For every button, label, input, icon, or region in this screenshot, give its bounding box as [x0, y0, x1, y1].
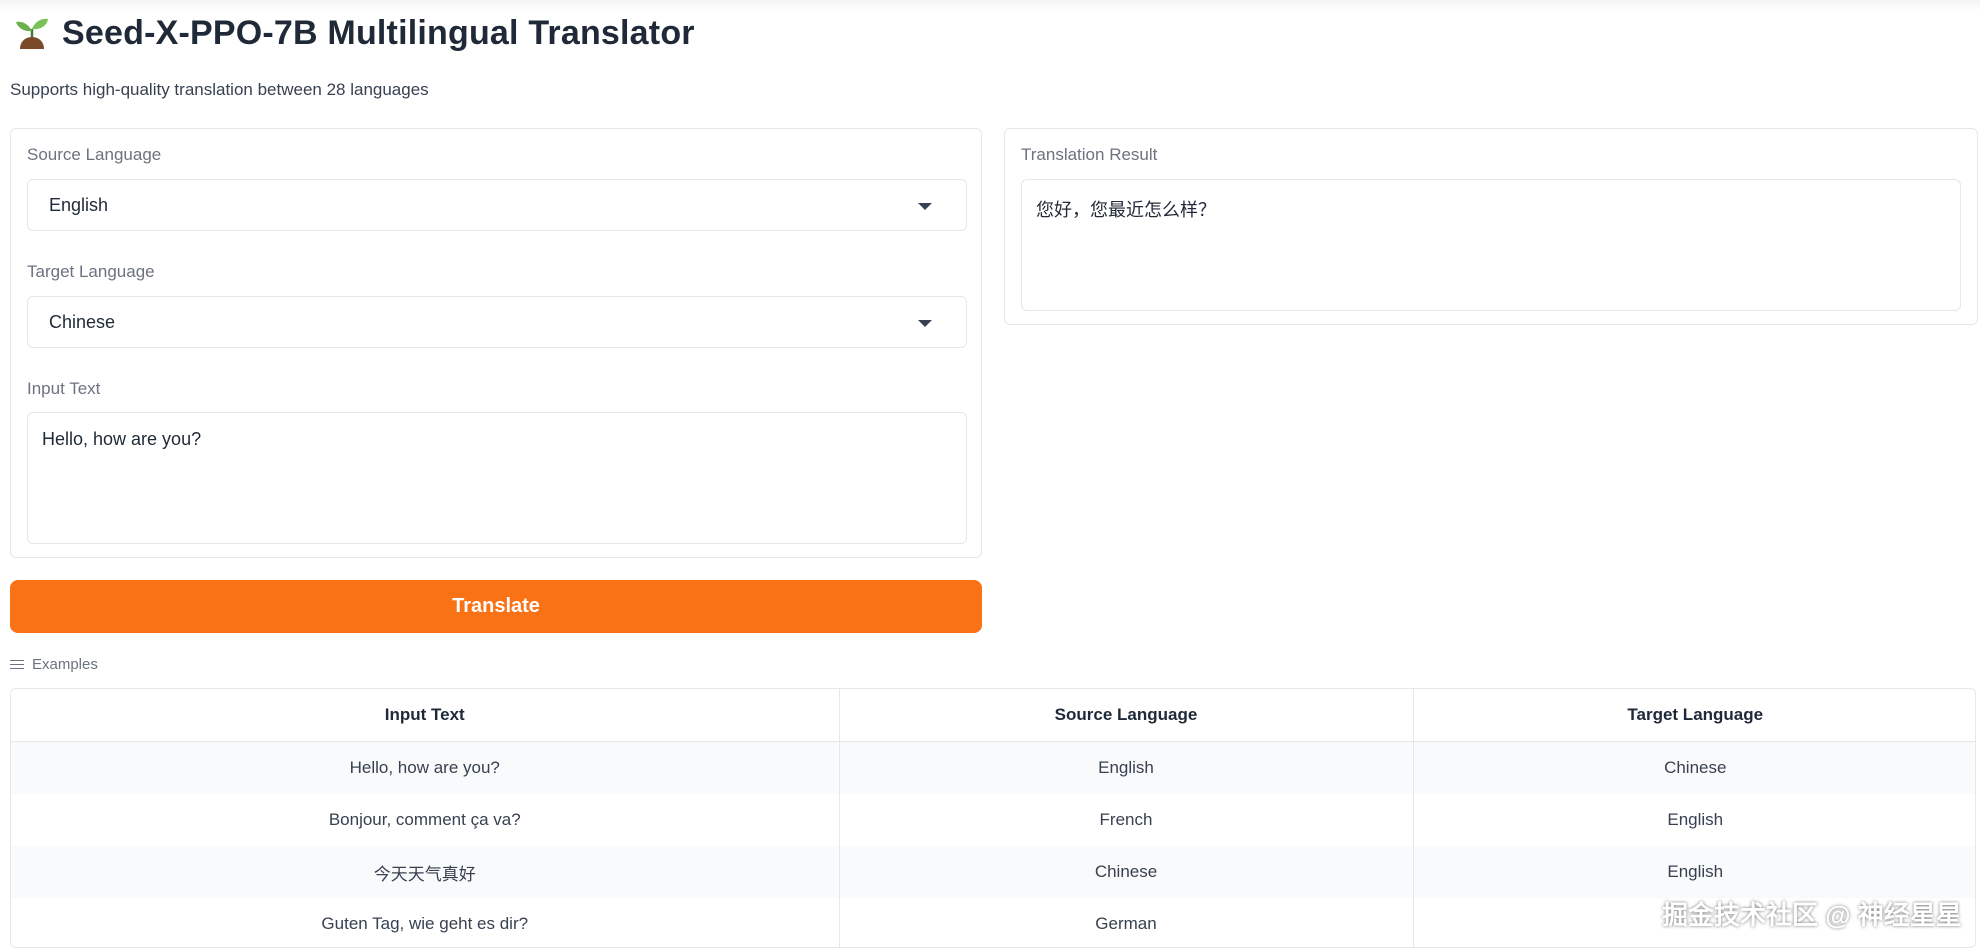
table-cell: Bonjour, comment ça va? — [11, 794, 840, 846]
table-cell: Hello, how are you? — [11, 741, 840, 794]
translation-result-label: Translation Result — [1021, 145, 1158, 164]
chevron-down-icon — [918, 320, 932, 327]
page-subtitle: Supports high-quality translation betwee… — [10, 80, 429, 99]
input-panel: Source Language English Target Language … — [10, 128, 982, 558]
examples-header: Examples — [10, 656, 98, 673]
table-cell: English — [1413, 846, 1975, 898]
seedling-icon — [14, 13, 50, 54]
list-icon — [10, 659, 24, 671]
source-language-label: Source Language — [27, 145, 162, 164]
examples-label: Examples — [32, 656, 98, 673]
translate-button[interactable]: Translate — [10, 580, 982, 633]
target-language-value: Chinese — [49, 312, 116, 332]
input-text-label: Input Text — [27, 379, 101, 398]
table-cell: English — [1667, 810, 1724, 829]
table-cell: French — [839, 794, 1414, 846]
source-language-value: English — [49, 195, 109, 215]
table-cell: Chinese — [1413, 741, 1975, 794]
app-header: Seed-X-PPO-7B Multilingual Translator — [14, 10, 695, 56]
column-header-target-language: Target Language — [1413, 689, 1975, 742]
table-cell: Chinese — [839, 846, 1414, 898]
page-title: Seed-X-PPO-7B Multilingual Translator — [62, 13, 695, 52]
source-language-dropdown[interactable]: English — [27, 179, 967, 231]
translation-result-field[interactable]: 您好，您最近怎么样？ — [1021, 179, 1961, 311]
result-panel: Translation Result 您好，您最近怎么样？ — [1004, 128, 1978, 325]
watermark: 掘金技术社区 @ 神经星星 — [1662, 900, 1962, 930]
column-header-source-language: Source Language — [839, 689, 1414, 742]
table-cell: German — [839, 898, 1414, 947]
example-row[interactable]: Bonjour, comment ça va? French English — [11, 794, 1975, 846]
target-language-dropdown[interactable]: Chinese — [27, 296, 967, 348]
chevron-down-icon — [918, 203, 932, 210]
target-language-label: Target Language — [27, 262, 155, 281]
column-header-input-text: Input Text — [11, 689, 840, 742]
table-cell: English — [839, 741, 1414, 794]
table-header-row: Input Text Source Language Target Langua… — [11, 689, 1975, 742]
example-row[interactable]: Hello, how are you? English Chinese — [11, 741, 1975, 794]
input-text-field[interactable]: Hello, how are you? — [27, 412, 967, 544]
table-cell: 今天天气真好 — [11, 846, 840, 898]
table-cell: Guten Tag, wie geht es dir? — [11, 898, 840, 947]
example-row[interactable]: 今天天气真好 Chinese English — [11, 846, 1975, 898]
